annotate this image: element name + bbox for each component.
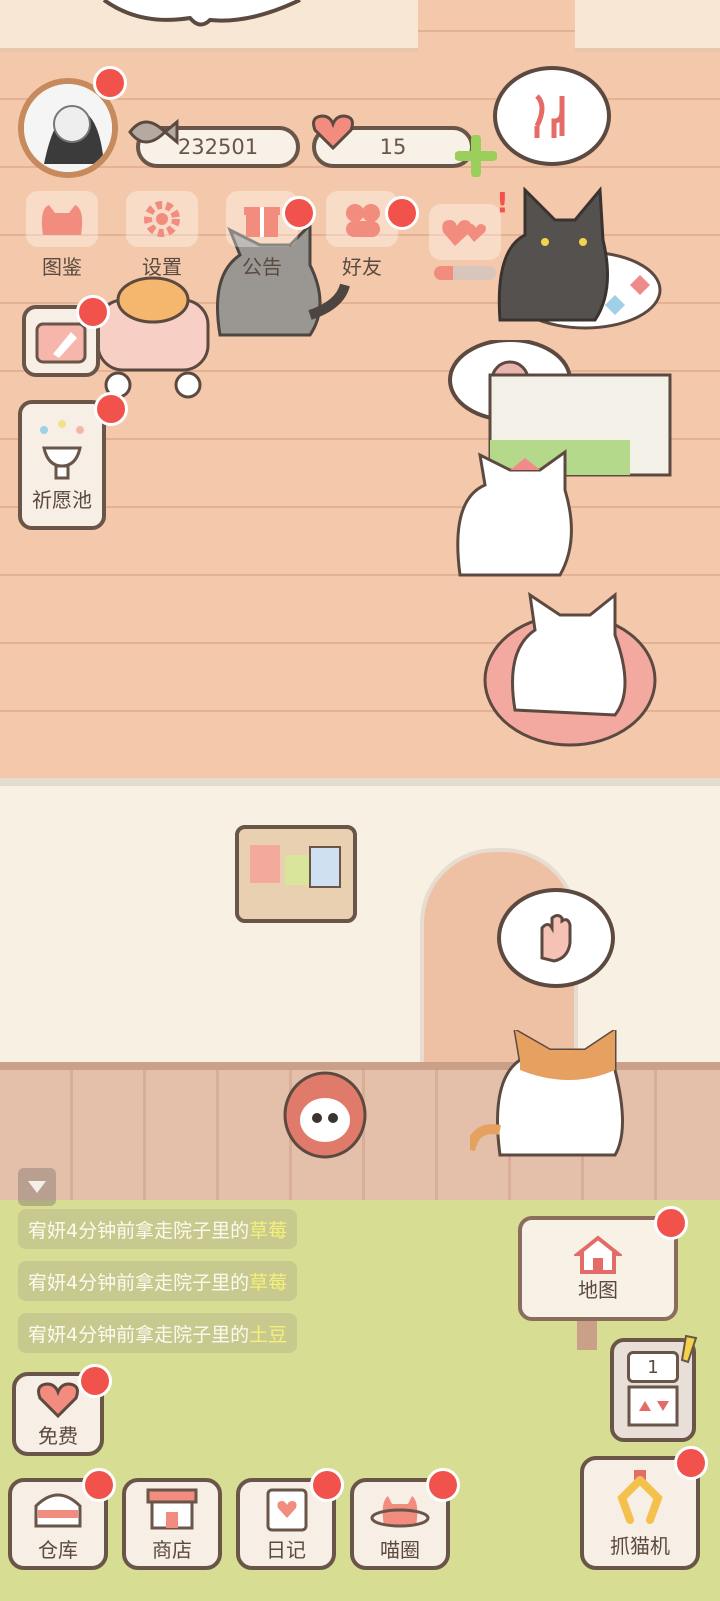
message-item: 土豆 bbox=[249, 1323, 288, 1346]
orange-cat-sprite[interactable] bbox=[470, 1030, 635, 1160]
menu-settings-label: 设置 bbox=[142, 255, 182, 279]
message-item: 草莓 bbox=[249, 1271, 288, 1294]
notepad-icon bbox=[35, 322, 87, 364]
cat-circle-badge bbox=[426, 1468, 460, 1502]
announcement-badge bbox=[282, 196, 316, 230]
menu-friends-label: 好友 bbox=[342, 255, 382, 279]
cat-circle-label: 喵圈 bbox=[380, 1537, 420, 1562]
claw-icon bbox=[617, 1469, 663, 1524]
floor-divider bbox=[0, 778, 720, 786]
heart-icon bbox=[37, 1381, 79, 1418]
diary-icon bbox=[266, 1488, 308, 1531]
claw-machine-label: 抓猫机 bbox=[610, 1533, 670, 1558]
activity-message: 宥妍4分钟前拿走院子里的 草莓 bbox=[18, 1209, 298, 1249]
white-cat-on-cushion[interactable] bbox=[475, 590, 665, 750]
gear-icon bbox=[144, 201, 180, 237]
food-request-bubble[interactable] bbox=[493, 66, 611, 166]
hamster-stroller[interactable] bbox=[88, 260, 218, 405]
map-badge bbox=[654, 1206, 688, 1240]
gift-icon bbox=[244, 207, 280, 237]
map-button[interactable]: 地图 bbox=[518, 1216, 678, 1321]
avatar-notification-badge bbox=[93, 66, 127, 100]
daruma-owl-ornament[interactable] bbox=[280, 1065, 370, 1160]
fountain-icon bbox=[40, 419, 84, 479]
shop-icon bbox=[146, 1488, 198, 1529]
bulletin-board[interactable] bbox=[235, 825, 360, 925]
fork-knife-icon bbox=[534, 94, 565, 138]
hearts-icon bbox=[442, 220, 486, 246]
message-text: 宥妍4分钟前拿走院子里的 bbox=[28, 1271, 250, 1294]
hearts-progress-bar bbox=[434, 266, 496, 280]
activity-message: 宥妍4分钟前拿走院子里的 土豆 bbox=[18, 1313, 298, 1353]
diary-badge bbox=[310, 1468, 344, 1502]
coin-count: 232501 bbox=[177, 135, 259, 159]
wish-pool-badge bbox=[94, 392, 128, 426]
friends-icon bbox=[346, 204, 380, 237]
paw-hand-icon bbox=[540, 914, 572, 963]
warehouse-icon bbox=[34, 1493, 82, 1527]
alert-exclamation-icon bbox=[680, 1334, 698, 1364]
friends-badge bbox=[385, 196, 419, 230]
sign-post bbox=[577, 1316, 597, 1350]
free-badge bbox=[78, 1364, 112, 1398]
cat-head-icon bbox=[41, 205, 83, 235]
map-label: 地图 bbox=[578, 1278, 618, 1302]
warehouse-label: 仓库 bbox=[38, 1537, 78, 1562]
fish-icon bbox=[128, 118, 179, 146]
alert-exclamation-icon: ! bbox=[496, 186, 509, 219]
notes-badge bbox=[76, 295, 110, 329]
wish-pool-button[interactable]: 祈愿池 bbox=[18, 400, 106, 530]
warehouse-badge bbox=[82, 1468, 116, 1502]
message-text: 宥妍4分钟前拿走院子里的 bbox=[28, 1323, 250, 1346]
menu-announcement-label: 公告 bbox=[242, 255, 282, 279]
pet-request-bubble[interactable] bbox=[497, 888, 615, 988]
house-icon bbox=[574, 1235, 622, 1274]
message-collapse-toggle[interactable] bbox=[18, 1168, 56, 1206]
message-item: 草莓 bbox=[249, 1219, 288, 1242]
bow-cat-with-box[interactable] bbox=[440, 340, 680, 590]
heart-count: 15 bbox=[379, 135, 407, 159]
diary-label: 日记 bbox=[266, 1537, 306, 1562]
message-text: 宥妍4分钟前拿走院子里的 bbox=[28, 1219, 250, 1242]
menu-settings[interactable]: 设置 bbox=[117, 190, 207, 280]
speech-bubbles-top bbox=[102, 0, 301, 27]
add-hearts-button[interactable] bbox=[455, 135, 497, 177]
menu-collection[interactable]: 图鉴 bbox=[17, 190, 107, 280]
claw-machine-badge bbox=[674, 1446, 708, 1480]
elevator-icon bbox=[627, 1385, 679, 1427]
chevron-down-icon bbox=[28, 1181, 46, 1193]
shop-button[interactable]: 商店 bbox=[122, 1478, 222, 1570]
shelf-ledge-right bbox=[575, 0, 720, 52]
activity-message: 宥妍4分钟前拿走院子里的 草莓 bbox=[18, 1261, 298, 1301]
planet-cat-icon bbox=[370, 1495, 430, 1527]
free-label: 免费 bbox=[38, 1423, 78, 1448]
avatar-portrait bbox=[24, 84, 112, 172]
wish-pool-label: 祈愿池 bbox=[32, 487, 92, 512]
heart-icon bbox=[312, 114, 354, 151]
menu-collection-label: 图鉴 bbox=[42, 255, 82, 279]
shop-label: 商店 bbox=[152, 1537, 192, 1562]
